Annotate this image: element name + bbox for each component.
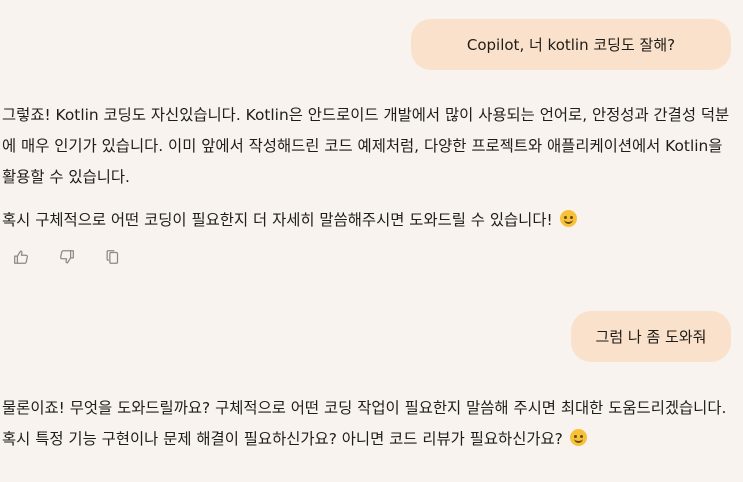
message-actions: [10, 246, 124, 268]
assistant-message: 그렇죠! Kotlin 코딩도 자신있습니다. Kotlin은 안드로이드 개발…: [2, 100, 740, 236]
copy-button[interactable]: [102, 246, 124, 268]
thumbs-down-icon: [60, 250, 74, 264]
assistant-paragraph-text: 혹시 구체적으로 어떤 코딩이 필요한지 더 자세히 말씀해주시면 도와드릴 수…: [2, 211, 553, 229]
assistant-paragraph: 그렇죠! Kotlin 코딩도 자신있습니다. Kotlin은 안드로이드 개발…: [2, 106, 730, 186]
user-message-text: Copilot, 너 kotlin 코딩도 잘해?: [466, 36, 676, 54]
chat-conversation: Copilot, 너 kotlin 코딩도 잘해? 그렇죠! Kotlin 코딩…: [0, 0, 743, 482]
assistant-paragraph: 혹시 구체적으로 어떤 코딩이 필요한지 더 자세히 말씀해주시면 도와드릴 수…: [2, 205, 740, 236]
smiling-face-icon: [569, 429, 587, 446]
assistant-message: 물론이죠! 무엇을 도와드릴까요? 구체적으로 어떤 코딩 작업이 필요한지 말…: [2, 393, 740, 455]
assistant-paragraph-text: 물론이죠! 무엇을 도와드릴까요? 구체적으로 어떤 코딩 작업이 필요한지 말…: [2, 399, 727, 448]
thumbs-up-button[interactable]: [10, 246, 32, 268]
copy-icon: [106, 250, 119, 264]
smiling-face-icon: [559, 210, 577, 227]
user-message-row: Copilot, 너 kotlin 코딩도 잘해?: [411, 19, 731, 70]
assistant-paragraph: 물론이죠! 무엇을 도와드릴까요? 구체적으로 어떤 코딩 작업이 필요한지 말…: [2, 393, 740, 455]
user-message-bubble: Copilot, 너 kotlin 코딩도 잘해?: [411, 19, 731, 70]
user-message-bubble: 그럼 나 좀 도와줘: [571, 311, 731, 362]
thumbs-up-icon: [14, 250, 28, 264]
thumbs-down-button[interactable]: [56, 246, 78, 268]
user-message-row: 그럼 나 좀 도와줘: [571, 311, 731, 362]
user-message-text: 그럼 나 좀 도와줘: [595, 328, 707, 346]
